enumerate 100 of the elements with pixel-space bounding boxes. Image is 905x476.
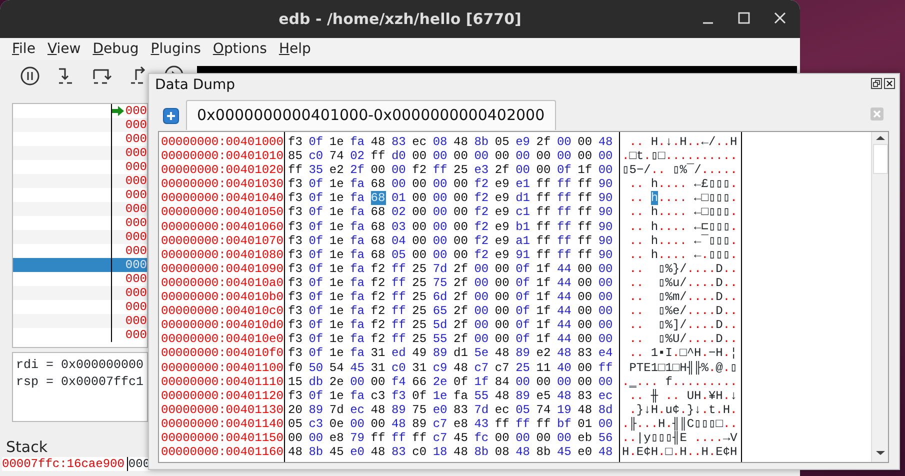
close-icon[interactable] xyxy=(884,78,895,89)
ascii-text: .□t.▯□.......... xyxy=(622,149,738,164)
address-cell-text: 00000000:00401080 xyxy=(160,248,284,262)
menu-item[interactable]: Plugins xyxy=(144,38,207,60)
ascii-text: .. ▯%u/....D.. xyxy=(628,276,738,290)
ascii-text: .. 1▪I.□^H.−H.¦ xyxy=(628,346,738,360)
hex-bytes: f3 0f 1e fa f2 ff 25 5d 2f 00 00 0f 1f 44 00 00 xyxy=(288,318,614,332)
address-cell-text: 00000000:00401150 xyxy=(160,430,284,446)
register-text: rdi = 0x000000000 xyxy=(16,357,144,374)
address-text: 000 xyxy=(125,272,147,286)
address-cell-text: 00000000:004010a0 xyxy=(160,276,284,290)
run-icon[interactable] xyxy=(164,65,184,73)
ascii-text: .╟...H.╢║C▯▯▯□.. xyxy=(622,416,738,431)
menu-item[interactable]: File xyxy=(6,38,42,60)
maximize-icon[interactable] xyxy=(738,12,750,24)
hex-bytes: f3 0f 1e fa 31 ed 49 89 d1 5e 48 89 e2 48 83 e4 xyxy=(288,346,614,360)
scrollbar-thumb[interactable] xyxy=(872,144,888,174)
ascii-text: .. ▯%m/....D.. xyxy=(628,290,738,304)
ascii-text: PTE1□1□H╢╟%.@.▯ xyxy=(628,360,738,375)
address-text: 000 xyxy=(125,160,147,174)
address-text: 000 xyxy=(125,146,147,160)
ascii-text: .. ▯%]/....D.. xyxy=(628,318,738,332)
address-text: 000 xyxy=(125,286,147,300)
hex-bytes: f3 0f 1e fa xyxy=(288,191,366,206)
address-cell-text: 00000000:00401130 xyxy=(160,402,284,417)
menu-item[interactable]: View xyxy=(41,38,87,60)
window-title: edb - /home/xzh/hello [6770] xyxy=(278,9,522,30)
hex-bytes: f3 0f 1e fa f2 ff 25 7d 2f 00 00 0f 1f 44 00 00 xyxy=(288,262,614,276)
address-cell-text: 00000000:004010d0 xyxy=(160,318,284,332)
hex-bytes: 48 8b 45 e0 48 83 c0 18 48 8b 08 48 8b 45 e0 48 xyxy=(288,445,614,460)
ascii-text: .. ▯%}/....D.. xyxy=(628,262,738,276)
ascii-text: .. h.... ←£▯▯▯. xyxy=(628,177,738,192)
ascii-text: .. h.... ←.▯▯▯. xyxy=(628,248,738,262)
hex-bytes: f3 0f 1e fa 68 04 00 00 00 f2 e9 a1 ff ff ff 90 xyxy=(288,234,614,248)
address-cell-text: 00000000:00401060 xyxy=(160,220,284,234)
hex-bytes: f3 0f 1e fa f2 ff 25 55 2f 00 00 0f 1f 44 00 00 xyxy=(288,332,614,346)
address-text: 000 xyxy=(125,202,147,216)
hex-bytes: 00 00 e8 79 ff ff ff c7 45 fc 00 00 00 00 eb 56 xyxy=(288,430,614,446)
register-text: rsp = 0x00007ffc1 xyxy=(16,374,144,391)
address-text: 000 xyxy=(125,132,147,146)
scrollbar[interactable] xyxy=(871,132,888,462)
pause-icon[interactable] xyxy=(20,66,40,86)
address-cell-text: 00000000:004010c0 xyxy=(160,304,284,318)
hex-bytes: 20 89 7d ec 48 89 75 e0 83 7d ec 05 74 19 48 8d xyxy=(288,402,614,417)
ascii-text: ▯5−/.. ▯%¯/..... xyxy=(622,163,738,178)
hex-bytes: f0 50 54 45 31 c0 31 c9 48 c7 c7 25 11 40 00 ff xyxy=(288,360,614,375)
hex-bytes: 85 c0 74 02 ff d0 00 00 00 00 00 00 00 00 00 00 xyxy=(288,149,614,164)
float-icon[interactable] xyxy=(871,78,882,89)
hex-bytes: 01 00 00 00 f2 e9 d1 ff ff ff 90 xyxy=(391,191,614,206)
address-cell-text: 00000000:00401100 xyxy=(160,360,284,375)
address-cell-text: 00000000:00401040 xyxy=(160,191,284,206)
ascii-text: .... ←□▯▯▯. xyxy=(658,191,738,206)
address-text: 000 xyxy=(125,188,147,202)
hex-bytes: 15 db 2e 00 00 f4 66 2e 0f 1f 84 00 00 00 00 00 xyxy=(288,374,614,389)
address-text: 000 xyxy=(125,258,147,272)
ascii-text: .. h.... ←¯▯▯▯. xyxy=(628,234,738,248)
tab[interactable]: 0x0000000000401000-0x0000000000402000 xyxy=(186,100,556,130)
hex-bytes: f3 0f 1e fa c3 f3 0f 1e fa 55 48 89 e5 48 83 ec xyxy=(288,388,614,403)
ascii-text: .. H.↓.H..←/..H xyxy=(628,135,738,150)
menu-item[interactable]: Options xyxy=(206,38,273,60)
address-text: 000 xyxy=(125,230,147,244)
menu-item[interactable]: Help xyxy=(272,38,317,60)
address-text: 000 xyxy=(125,328,147,342)
address-text: 000 xyxy=(125,104,147,118)
ascii-text: .}↓H.u¢.}↓.t.H. xyxy=(628,402,738,417)
panel-title: Stack xyxy=(6,437,48,458)
step-out-icon[interactable] xyxy=(128,66,148,86)
address-cell-text: 00000000:004010f0 xyxy=(160,346,284,360)
ascii-text: .. xyxy=(628,191,645,206)
hex-bytes: f3 0f 1e fa 68 02 00 00 00 f2 e9 c1 ff ff ff 90 xyxy=(288,205,614,220)
hex-bytes: f3 0f 1e fa 68 03 00 00 00 f2 e9 b1 ff ff ff 90 xyxy=(288,220,614,234)
address-text: 000 xyxy=(125,314,147,328)
address-cell-text: 00000000:00401020 xyxy=(160,163,284,178)
address-cell-text: 00000000:004010b0 xyxy=(160,290,284,304)
ascii-text: .‗... f......... xyxy=(622,374,738,389)
address-cell-text: 00000000:00401140 xyxy=(160,416,284,431)
address-cell-text: 00000000:004010e0 xyxy=(160,332,284,346)
address-cell-text: 00000000:00401010 xyxy=(160,149,284,164)
address-cell-text: 00000000:00401160 xyxy=(160,445,284,460)
address-cell-text: 00000000:00401070 xyxy=(160,234,284,248)
address-cell-text: 00000000:00401110 xyxy=(160,374,284,389)
address-text: 000 xyxy=(125,300,147,314)
ascii-text: .. ▯%e/....D.. xyxy=(628,304,738,318)
hex-bytes: ff 35 e2 2f 00 00 f2 ff 25 e3 2f 00 00 0f 1f 00 xyxy=(288,163,614,178)
address-text: 000 xyxy=(125,174,147,188)
ascii-text: ..|y▯▯▯╢E ....→V xyxy=(622,430,738,446)
address-cell-text: 00000000:00401030 xyxy=(160,177,284,192)
hex-bytes: f3 0f 1e fa f2 ff 25 6d 2f 00 00 0f 1f 44 00 00 xyxy=(288,290,614,304)
address-text: 000 xyxy=(125,216,147,230)
menu-item[interactable]: Debug xyxy=(86,38,145,60)
hex-bytes: f3 0f 1e fa 68 05 00 00 00 f2 e9 91 ff ff ff 90 xyxy=(288,248,614,262)
hex-bytes: f3 0f 1e fa 68 00 00 00 00 f2 e9 e1 ff ff ff 90 xyxy=(288,177,614,192)
hex-bytes: f3 0f 1e fa 48 83 ec 08 48 8b 05 e9 2f 00 00 48 xyxy=(288,135,614,150)
window-title: Data Dump xyxy=(155,77,236,93)
address-cell: 00007ffc:16cae900 xyxy=(2,457,128,471)
hex-bytes: f3 0f 1e fa f2 ff 25 65 2f 00 00 0f 1f 44 00 00 xyxy=(288,304,614,318)
address-cell-text: 00000000:00401050 xyxy=(160,205,284,220)
add-tab-icon[interactable] xyxy=(163,108,179,124)
address-cell-text: 00000000:00401090 xyxy=(160,262,284,276)
address-text: 000 xyxy=(125,244,147,258)
